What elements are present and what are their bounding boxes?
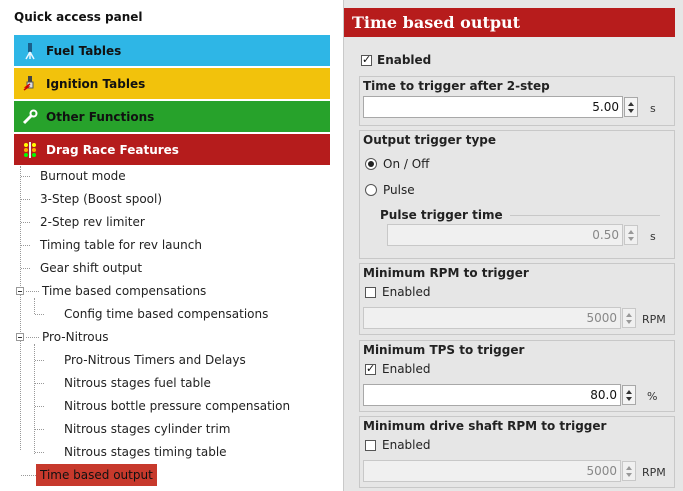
spark-plug-icon — [20, 74, 40, 94]
min-tps-group: Minimum TPS to trigger Enabled 80.0 % — [359, 340, 675, 412]
tree-item-config-time-based-compensations[interactable]: Config time based compensations — [64, 303, 268, 325]
checkbox-icon — [361, 53, 372, 66]
tree-connector — [21, 475, 36, 476]
min-rpm-spinner[interactable] — [622, 308, 636, 328]
category-label: Other Functions — [46, 109, 155, 124]
drag-tree-icon — [20, 140, 40, 160]
tree-item-nitrous-timing-table[interactable]: Nitrous stages timing table — [64, 441, 227, 463]
tree-item-burnout-mode[interactable]: Burnout mode — [40, 165, 126, 187]
tree-connector — [21, 176, 30, 177]
min-rpm-unit: RPM — [642, 313, 666, 326]
pulse-trigger-time-unit: s — [650, 230, 656, 243]
min-tps-spinner[interactable] — [622, 385, 636, 405]
tree-item-nitrous-bottle-pressure[interactable]: Nitrous bottle pressure compensation — [64, 395, 290, 417]
category-label: Drag Race Features — [46, 142, 179, 157]
radio-on-off[interactable]: On / Off — [365, 157, 429, 171]
time-trigger-unit: s — [650, 102, 656, 115]
panel-title: Time based output — [344, 8, 675, 37]
min-rpm-enabled-label: Enabled — [382, 285, 431, 299]
category-ignition-tables[interactable]: Ignition Tables — [14, 68, 330, 99]
fuel-injector-icon — [20, 41, 40, 61]
checkbox-icon — [365, 286, 376, 298]
tree-item-nitrous-cylinder-trim[interactable]: Nitrous stages cylinder trim — [64, 418, 230, 440]
tree-connector — [35, 452, 44, 453]
category-label: Fuel Tables — [46, 43, 122, 58]
tree-connector — [21, 199, 30, 200]
min-drive-shaft-title: Minimum drive shaft RPM to trigger — [363, 419, 607, 433]
tree-connector — [34, 298, 35, 314]
output-trigger-type-group: Output trigger type On / Off Pulse Pulse… — [359, 130, 675, 259]
tree-connector — [35, 383, 44, 384]
min-tps-title: Minimum TPS to trigger — [363, 343, 525, 357]
min-drive-shaft-group: Minimum drive shaft RPM to trigger Enabl… — [359, 416, 675, 488]
tree-connector — [21, 245, 30, 246]
radio-icon — [365, 184, 377, 196]
tree-item-3-step[interactable]: 3-Step (Boost spool) — [40, 188, 162, 210]
tree-item-time-based-output[interactable]: Time based output — [36, 464, 157, 486]
category-other-functions[interactable]: Other Functions — [14, 101, 330, 132]
tree-item-2-step[interactable]: 2-Step rev limiter — [40, 211, 145, 233]
min-rpm-group: Minimum RPM to trigger Enabled 5000 RPM — [359, 263, 675, 335]
min-drive-shaft-unit: RPM — [642, 466, 666, 479]
min-tps-unit: % — [647, 390, 658, 403]
radio-on-off-label: On / Off — [383, 157, 430, 171]
min-tps-input[interactable]: 80.0 — [363, 384, 621, 406]
collapse-toggle-pro-nitrous[interactable] — [16, 333, 24, 341]
checkbox-icon — [365, 362, 376, 375]
tree-connector — [35, 314, 44, 315]
time-trigger-spinner[interactable] — [624, 97, 638, 117]
min-rpm-enabled-checkbox[interactable]: Enabled — [365, 285, 431, 299]
main-enabled-label: Enabled — [377, 53, 432, 67]
collapse-toggle-time-based-compensations[interactable] — [16, 287, 24, 295]
pulse-trigger-time-input[interactable]: 0.50 — [387, 224, 623, 246]
min-tps-enabled-label: Enabled — [382, 362, 431, 376]
tree-connector — [26, 291, 39, 292]
min-drive-shaft-enabled-label: Enabled — [382, 438, 431, 452]
min-rpm-input[interactable]: 5000 — [363, 307, 621, 329]
category-fuel-tables[interactable]: Fuel Tables — [14, 35, 330, 66]
min-drive-shaft-spinner[interactable] — [622, 461, 636, 481]
main-enabled-checkbox[interactable]: Enabled — [361, 53, 431, 67]
pulse-trigger-time-spinner[interactable] — [624, 225, 638, 245]
tree-item-gear-shift-output[interactable]: Gear shift output — [40, 257, 142, 279]
min-rpm-title: Minimum RPM to trigger — [363, 266, 529, 280]
tree-connector — [21, 222, 30, 223]
settings-panel: Time based output Enabled Time to trigge… — [344, 0, 683, 491]
category-drag-race-features[interactable]: Drag Race Features — [14, 134, 330, 165]
tree-connector — [26, 337, 39, 338]
tree-item-nitrous-fuel-table[interactable]: Nitrous stages fuel table — [64, 372, 211, 394]
tree-connector — [20, 166, 21, 450]
category-label: Ignition Tables — [46, 76, 146, 91]
quick-access-panel: Quick access panel Fuel Tables Ignition … — [0, 0, 344, 491]
radio-icon — [365, 158, 377, 170]
min-tps-enabled-checkbox[interactable]: Enabled — [365, 362, 431, 376]
tree-connector — [35, 406, 44, 407]
tree-item-pro-nitrous[interactable]: Pro-Nitrous — [42, 326, 108, 348]
tree-connector — [21, 268, 30, 269]
tree-item-pro-nitrous-timers[interactable]: Pro-Nitrous Timers and Delays — [64, 349, 246, 371]
pulse-trigger-time-label: Pulse trigger time — [380, 208, 503, 222]
radio-pulse-label: Pulse — [383, 183, 415, 197]
tree-item-time-based-compensations[interactable]: Time based compensations — [42, 280, 206, 302]
time-trigger-title: Time to trigger after 2-step — [363, 79, 550, 93]
tree-connector — [35, 429, 44, 430]
output-trigger-type-title: Output trigger type — [363, 133, 496, 147]
min-drive-shaft-input[interactable]: 5000 — [363, 460, 621, 482]
min-drive-shaft-enabled-checkbox[interactable]: Enabled — [365, 438, 431, 452]
time-trigger-input[interactable]: 5.00 — [363, 96, 623, 118]
radio-pulse[interactable]: Pulse — [365, 183, 415, 197]
tree-item-timing-table-rev-launch[interactable]: Timing table for rev launch — [40, 234, 202, 256]
wrench-icon — [20, 107, 40, 127]
quick-access-title: Quick access panel — [14, 10, 143, 24]
pulse-group-line — [510, 215, 660, 216]
tree-connector — [35, 360, 44, 361]
checkbox-icon — [365, 439, 376, 451]
time-trigger-group: Time to trigger after 2-step 5.00 s — [359, 76, 675, 126]
